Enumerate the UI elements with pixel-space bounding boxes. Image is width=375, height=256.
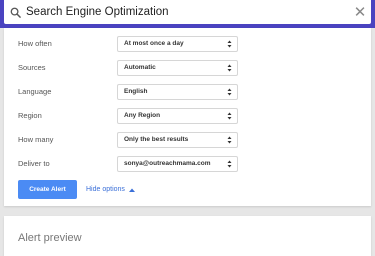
option-row-deliver-to: Deliver to sonya@outreachmama.com [4,153,371,175]
select-arrows-icon [227,88,232,96]
language-select[interactable]: English [117,84,238,100]
hide-options-link[interactable]: Hide options [86,180,135,199]
select-arrows-icon [227,112,232,120]
deliver-to-select[interactable]: sonya@outreachmama.com [117,156,238,172]
option-label: Language [18,87,52,96]
how-many-select[interactable]: Only the best results [117,132,238,148]
option-row-sources: Sources Automatic [4,57,371,79]
option-label: How often [18,39,52,48]
option-label: Deliver to [18,159,50,168]
create-alert-button[interactable]: Create Alert [18,180,77,199]
alert-options-panel: How often At most once a day Sources Aut… [4,28,371,206]
alert-preview-title: Alert preview [18,232,82,244]
option-row-how-often: How often At most once a day [4,33,371,55]
option-row-language: Language English [4,81,371,103]
select-value: English [124,88,148,95]
option-row-region: Region Any Region [4,105,371,127]
hide-options-label: Hide options [86,186,125,193]
alert-preview-panel: Alert preview [4,216,371,256]
select-arrows-icon [227,136,232,144]
option-label: Sources [18,63,46,72]
select-value: Only the best results [124,136,189,143]
sources-select[interactable]: Automatic [117,60,238,76]
select-arrows-icon [227,40,232,48]
option-row-how-many: How many Only the best results [4,129,371,151]
select-value: Automatic [124,64,156,71]
close-icon[interactable]: ✕ [349,1,371,23]
caret-up-icon [128,188,135,192]
select-value: sonya@outreachmama.com [124,160,211,167]
how-often-select[interactable]: At most once a day [117,36,238,52]
select-arrows-icon [227,160,232,168]
option-label: Region [18,111,42,120]
option-label: How many [18,135,54,144]
region-select[interactable]: Any Region [117,108,238,124]
select-arrows-icon [227,64,232,72]
select-value: Any Region [124,112,161,119]
select-value: At most once a day [124,40,184,47]
search-bar[interactable]: Search Engine Optimization ✕ [4,0,371,24]
search-icon [4,7,26,18]
search-input[interactable]: Search Engine Optimization [26,0,349,24]
